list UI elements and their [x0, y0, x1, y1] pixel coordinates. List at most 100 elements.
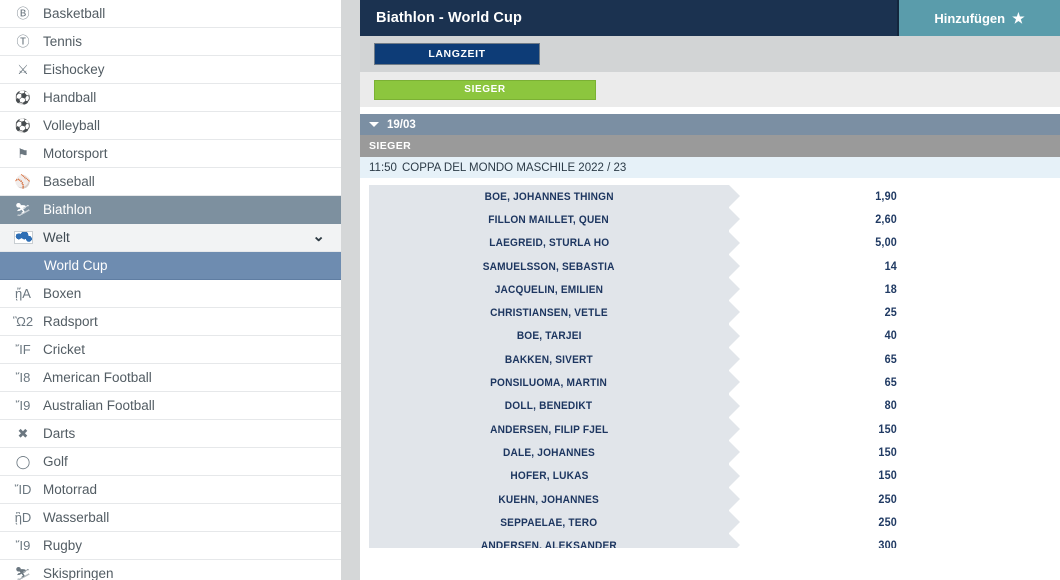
handball-icon: ⚽ — [14, 90, 32, 105]
rugby-icon: Ἴ9 — [15, 538, 31, 553]
ice-hockey-icon: ⚔ — [17, 62, 29, 77]
sidebar-item-volleyball[interactable]: ⚽ Volleyball — [0, 112, 341, 140]
sidebar-item-label: Rugby — [43, 538, 83, 553]
sidebar-item-cricket[interactable]: ἼF Cricket — [0, 336, 341, 364]
outcome-row[interactable]: CHRISTIANSEN, VETLE 25 — [369, 301, 1060, 325]
betting-page: Ⓑ Basketball Ⓣ Tennis ⚔ Eishockey ⚽ Handball ⚽ Vo… — [0, 0, 1060, 580]
sidebar-item-biathlon[interactable]: ⛷ Biathlon — [0, 196, 341, 224]
sidebar-item-label: Welt — [43, 230, 70, 245]
outcome-odds[interactable]: 40 — [401, 330, 897, 342]
sidebar-item-golf[interactable]: ◯ Golf — [0, 448, 341, 476]
sidebar-item-label: Golf — [43, 454, 68, 469]
sidebar-item-label: Radsport — [43, 314, 98, 329]
outcome-odds[interactable]: 300 — [401, 540, 897, 548]
sidebar-item-radsport[interactable]: Ὣ2 Radsport — [0, 308, 341, 336]
sidebar-item-handball[interactable]: ⚽ Handball — [0, 84, 341, 112]
outcome-odds[interactable]: 2,60 — [401, 214, 897, 226]
volleyball-icon: ⚽ — [14, 118, 32, 133]
sports-sidebar[interactable]: Ⓑ Basketball Ⓣ Tennis ⚔ Eishockey ⚽ Handball ⚽ Vo… — [0, 0, 341, 580]
band-spacer — [360, 107, 1060, 114]
tab-sieger[interactable]: SIEGER — [374, 79, 596, 100]
outcome-odds[interactable]: 5,00 — [401, 237, 897, 249]
sidebar-item-label: American Football — [43, 370, 152, 385]
outcomes-list: BOE, JOHANNES THINGN 1,90 FILLON MAILLET, … — [369, 185, 1060, 548]
motorcycle-icon: ἼD — [14, 482, 32, 497]
sidebar-item-rugby[interactable]: Ἴ9 Rugby — [0, 532, 341, 560]
date-group-header[interactable]: 19/03 — [360, 114, 1060, 135]
sidebar-item-label: Baseball — [43, 174, 95, 189]
sidebar-item-australian-football[interactable]: Ἴ9 Australian Football — [0, 392, 341, 420]
outcomes-panel: BOE, JOHANNES THINGN 1,90 FILLON MAILLET, … — [360, 179, 1060, 548]
outcome-odds[interactable]: 65 — [401, 377, 897, 389]
sidebar-item-darts[interactable]: ✖ Darts — [0, 420, 341, 448]
content-header: Biathlon - World Cup Hinzufügen ★ — [360, 0, 1060, 36]
event-row[interactable]: 11:50 COPPA DEL MONDO MASCHILE 2022 / 23 — [360, 157, 1060, 179]
baseball-icon: ⚾ — [14, 174, 32, 189]
outcome-row[interactable]: SAMUELSSON, SEBASTIA 14 — [369, 254, 1060, 279]
sidebar-item-american-football[interactable]: Ἴ8 American Football — [0, 364, 341, 392]
outcome-row[interactable]: PONSILUOMA, MARTIN 65 — [369, 371, 1060, 395]
sidebar-item-label: Volleyball — [43, 118, 101, 133]
tab-langzeit[interactable]: LANGZEIT — [374, 43, 540, 65]
sidebar-item-label: Handball — [43, 90, 97, 105]
outcome-row[interactable]: SEPPAELAE, TERO 250 — [369, 511, 1060, 535]
market-group-header: SIEGER — [360, 135, 1060, 157]
layout-gutter — [341, 0, 360, 580]
outcome-row[interactable]: BOE, TARJEI 40 — [369, 324, 1060, 349]
outcome-odds[interactable]: 250 — [401, 494, 897, 506]
date-label: 19/03 — [387, 118, 416, 131]
outcome-row[interactable]: ANDERSEN, FILIP FJEL 150 — [369, 417, 1060, 442]
biathlon-icon: ⛷ — [14, 202, 32, 217]
sidebar-item-label: Skispringen — [43, 566, 114, 580]
cricket-icon: ἼF — [15, 342, 31, 357]
period-filter-bar: LANGZEIT — [360, 36, 1060, 72]
sidebar-item-label: Biathlon — [43, 202, 92, 217]
sidebar-item-label: Motorsport — [43, 146, 108, 161]
sidebar-item-skispringen[interactable]: ⛷ Skispringen — [0, 560, 341, 580]
sidebar-item-boxen[interactable]: ᾔA Boxen — [0, 280, 341, 308]
outcome-row[interactable]: LAEGREID, STURLA HO 5,00 — [369, 231, 1060, 255]
tennis-icon: Ⓣ — [16, 34, 30, 49]
sidebar-item-tennis[interactable]: Ⓣ Tennis — [0, 28, 341, 56]
world-flag-icon — [13, 231, 33, 244]
outcome-row[interactable]: FILLON MAILLET, QUEN 2,60 — [369, 208, 1060, 232]
outcome-row[interactable]: KUEHN, JOHANNES 250 — [369, 487, 1060, 512]
sidebar-item-basketball[interactable]: Ⓑ Basketball — [0, 0, 341, 28]
main-content: Biathlon - World Cup Hinzufügen ★ LANGZE… — [360, 0, 1060, 580]
sidebar-item-motorsport[interactable]: ⚑ Motorsport — [0, 140, 341, 168]
outcome-row[interactable]: JACQUELIN, EMILIEN 18 — [369, 278, 1060, 302]
outcome-odds[interactable]: 150 — [401, 470, 897, 482]
outcome-row[interactable]: ANDERSEN, ALEKSANDER 300 — [369, 534, 1060, 548]
sidebar-item-eishockey[interactable]: ⚔ Eishockey — [0, 56, 341, 84]
sidebar-item-baseball[interactable]: ⚾ Baseball — [0, 168, 341, 196]
outcome-odds[interactable]: 80 — [401, 400, 897, 412]
outcome-odds[interactable]: 65 — [401, 354, 897, 366]
add-favourite-button[interactable]: Hinzufügen ★ — [897, 0, 1060, 36]
outcome-row[interactable]: BOE, JOHANNES THINGN 1,90 — [369, 185, 1060, 209]
chevron-down-icon[interactable]: ⌄ — [312, 227, 325, 245]
outcome-odds[interactable]: 18 — [401, 284, 897, 296]
event-name: COPPA DEL MONDO MASCHILE 2022 / 23 — [401, 161, 627, 174]
add-favourite-label: Hinzufügen — [934, 10, 1006, 26]
checkered-flag-icon: ⚑ — [17, 146, 29, 161]
sidebar-item-motorrad[interactable]: ἼD Motorrad — [0, 476, 341, 504]
event-time: 11:50 — [369, 161, 397, 174]
outcome-row[interactable]: BAKKEN, SIVERT 65 — [369, 348, 1060, 372]
sidebar-item-welt[interactable]: Welt ⌄ — [0, 224, 341, 252]
outcome-odds[interactable]: 25 — [401, 307, 897, 319]
sidebar-item-label: Eishockey — [43, 62, 105, 77]
australian-football-icon: Ἴ9 — [15, 398, 31, 413]
outcome-odds[interactable]: 250 — [401, 517, 897, 529]
outcome-odds[interactable]: 150 — [401, 447, 897, 459]
outcome-row[interactable]: HOFER, LUKAS 150 — [369, 464, 1060, 488]
outcome-row[interactable]: DALE, JOHANNES 150 — [369, 441, 1060, 465]
outcome-odds[interactable]: 14 — [401, 261, 897, 273]
sidebar-item-wasserball[interactable]: ᾓD Wasserball — [0, 504, 341, 532]
outcome-odds[interactable]: 1,90 — [401, 191, 897, 203]
outcome-odds[interactable]: 150 — [401, 424, 897, 436]
outcome-row[interactable]: DOLL, BENEDIKT 80 — [369, 394, 1060, 418]
darts-icon: ✖ — [17, 426, 29, 441]
sidebar-item-label: Tennis — [43, 34, 83, 49]
page-title: Biathlon - World Cup — [360, 0, 897, 36]
sidebar-item-world-cup[interactable]: World Cup — [0, 252, 341, 280]
